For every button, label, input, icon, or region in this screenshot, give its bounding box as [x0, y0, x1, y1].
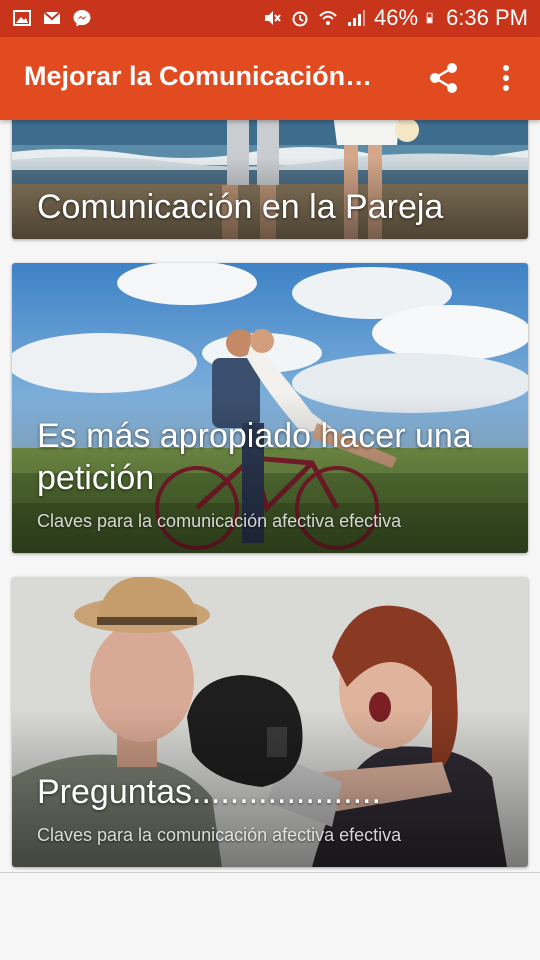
article-list: Comunicación en la Pareja Es más apropia… [0, 120, 540, 872]
article-card[interactable]: Preguntas.................... Claves par… [12, 577, 528, 867]
wifi-icon [319, 11, 337, 25]
alarm-icon [292, 11, 308, 27]
status-bar: 46% 6:36 PM [0, 0, 540, 37]
image-icon [13, 10, 31, 26]
clock: 6:36 PM [446, 5, 528, 30]
article-title: Comunicación en la Pareja [37, 188, 444, 226]
article-subtitle: Claves para la comunicación afectiva efe… [37, 825, 402, 845]
system-icons: 46% 6:36 PM [262, 5, 528, 31]
article-title: Preguntas.................... [37, 773, 381, 811]
battery-icon [426, 12, 433, 24]
article-card[interactable]: Es más apropiado hacer una petición Clav… [12, 263, 528, 553]
app-bar: Mejorar la Comunicación… [0, 37, 540, 120]
article-card[interactable]: Comunicación en la Pareja [12, 120, 528, 239]
app-title: Mejorar la Comunicación… [24, 61, 373, 91]
mute-icon [265, 11, 281, 25]
more-vert-icon[interactable] [494, 60, 518, 96]
battery-percent: 46% [374, 5, 419, 30]
mail-icon [43, 11, 61, 24]
signal-icon [348, 10, 366, 26]
messenger-icon [73, 10, 91, 27]
divider [0, 872, 540, 873]
notification-icons [12, 8, 92, 28]
article-title: Es más apropiado hacer una petición [37, 417, 472, 497]
article-subtitle: Claves para la comunicación afectiva efe… [37, 511, 402, 531]
share-icon[interactable] [426, 60, 462, 96]
